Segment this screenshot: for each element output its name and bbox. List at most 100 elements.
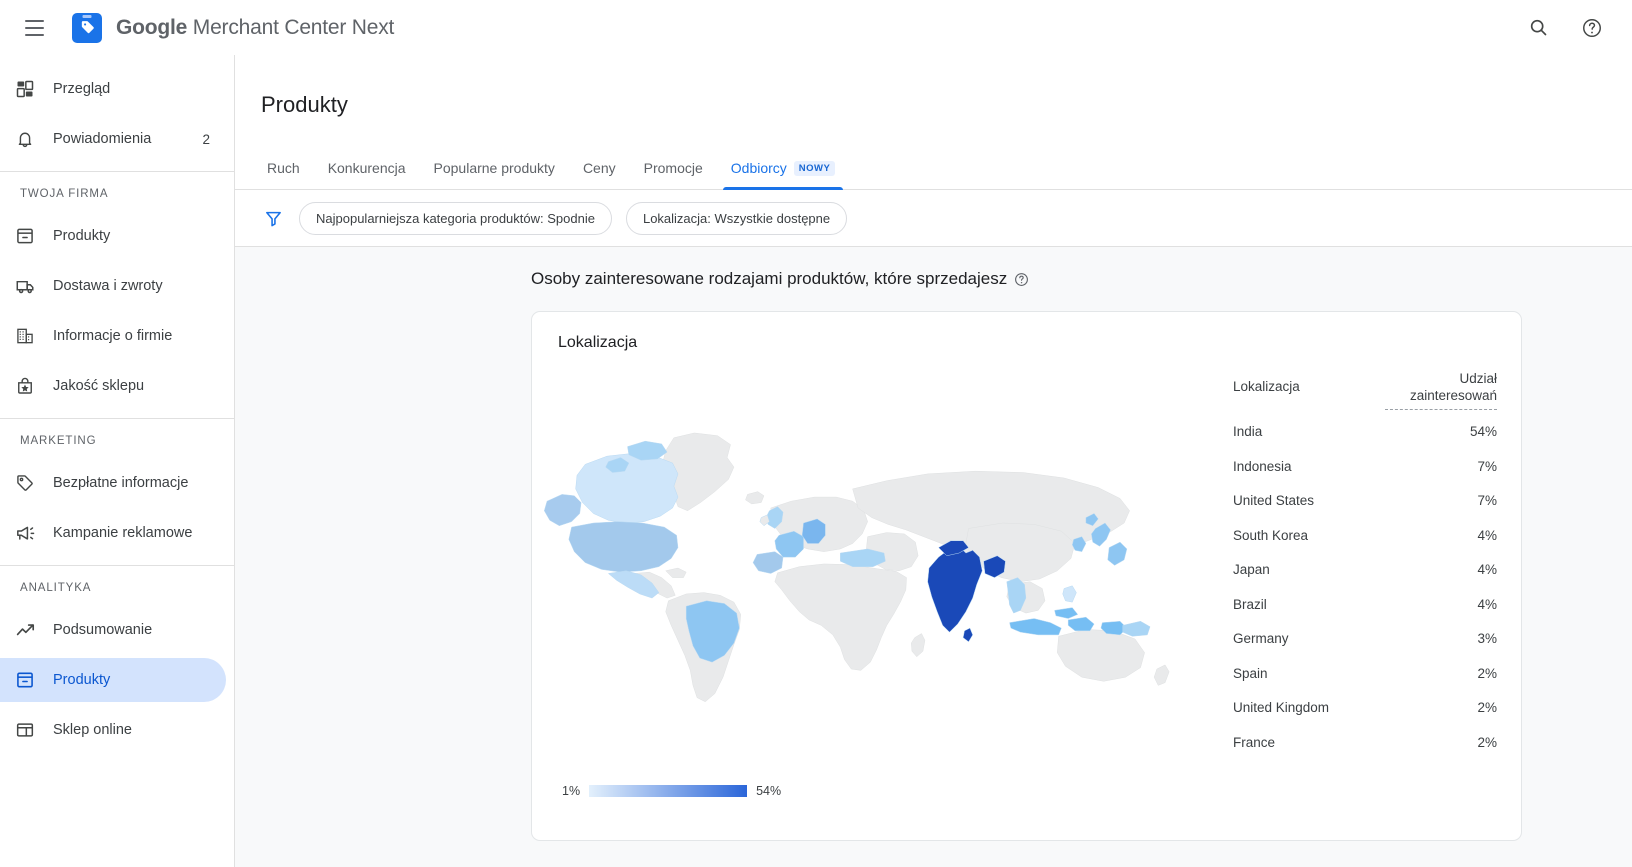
brand-suffix: Merchant Center Next [187, 15, 395, 39]
table-row[interactable]: United Kingdom 2% [1233, 690, 1497, 725]
cell-share: 2% [1477, 700, 1497, 716]
sidebar-item-dostawa-i-zwroty[interactable]: Dostawa i zwroty [0, 264, 226, 308]
sidebar-item-label: Produkty [53, 228, 111, 244]
column-header-location[interactable]: Lokalizacja [1233, 379, 1385, 410]
world-map[interactable]: 1% 54% [532, 352, 1221, 822]
map-legend: 1% 54% [562, 784, 781, 798]
cell-location: Indonesia [1233, 458, 1292, 474]
sidebar-item-przeglad[interactable]: Przegląd [0, 67, 226, 111]
sidebar-item-label: Bezpłatne informacje [53, 475, 189, 491]
table-row[interactable]: Germany 3% [1233, 621, 1497, 656]
tab-odbiorcy[interactable]: Odbiorcy NOWY [717, 160, 850, 191]
column-header-share[interactable]: Udział zainteresowań [1385, 370, 1497, 411]
sidebar-item-label: Sklep online [53, 722, 132, 738]
cell-location: Germany [1233, 631, 1289, 647]
tab-label: Ceny [582, 160, 616, 177]
sidebar-item-label: Produkty [53, 672, 111, 688]
cell-location: United Kingdom [1233, 700, 1330, 716]
tab-ruch[interactable]: Ruch [261, 160, 314, 189]
main-panel: Osoby zainteresowane rodzajami produktów… [235, 247, 1632, 867]
table-row[interactable]: Japan 4% [1233, 552, 1497, 587]
app-shell: Przegląd Powiadomienia 2 TWOJA FIRMA Pro… [0, 55, 1632, 867]
sidebar-item-label: Kampanie reklamowe [53, 525, 193, 541]
truck-icon [14, 275, 36, 297]
notifications-count: 2 [202, 131, 210, 147]
sidebar-item-jakosc-sklepu[interactable]: Jakość sklepu [0, 364, 226, 408]
sidebar-item-bezplatne-informacje[interactable]: Bezpłatne informacje [0, 461, 226, 505]
cell-share: 3% [1477, 631, 1497, 647]
filter-chip-category[interactable]: Najpopularniejsza kategoria produktów: S… [299, 201, 612, 235]
cell-share: 4% [1477, 562, 1497, 578]
hamburger-icon[interactable] [14, 8, 54, 48]
brand-title: Google Merchant Center Next [116, 16, 394, 40]
cell-share: 7% [1477, 493, 1497, 509]
tab-promocje[interactable]: Promocje [630, 160, 717, 189]
section-heading: Osoby zainteresowane rodzajami produktów… [531, 269, 1008, 289]
tab-konkurencja[interactable]: Konkurencja [314, 160, 420, 189]
table-row[interactable]: Spain 2% [1233, 656, 1497, 691]
cell-share: 4% [1477, 596, 1497, 612]
sidebar-section-marketing: MARKETING [20, 435, 97, 447]
cell-share: 7% [1477, 458, 1497, 474]
inventory-icon [14, 669, 36, 691]
sidebar-item-label: Przegląd [53, 81, 111, 97]
help-circle-icon[interactable] [1572, 8, 1612, 48]
legend-gradient-bar [589, 785, 748, 798]
table-row[interactable]: India 54% [1233, 414, 1497, 449]
tag-icon [14, 472, 36, 494]
tab-new-badge: NOWY [793, 160, 836, 176]
sidebar-section-analityka: ANALITYKA [20, 582, 92, 594]
table-row[interactable]: Indonesia 7% [1233, 449, 1497, 484]
content-area: Produkty Ruch Konkurencja Popularne prod… [234, 55, 1632, 867]
filter-funnel-icon[interactable] [261, 206, 285, 230]
tab-ceny[interactable]: Ceny [569, 160, 630, 189]
building-icon [14, 325, 36, 347]
sidebar-item-powiadomienia[interactable]: Powiadomienia 2 [0, 117, 226, 161]
card-body: 1% 54% Lokalizacja Udział zainteresowań [532, 352, 1521, 822]
tab-label: Promocje [643, 160, 703, 177]
topbar-actions [1518, 8, 1612, 48]
store-quality-icon [14, 375, 36, 397]
brand[interactable]: Google Merchant Center Next [72, 12, 394, 43]
search-icon[interactable] [1518, 8, 1558, 48]
table-row[interactable]: Brazil 4% [1233, 587, 1497, 622]
sidebar-item-sklep-online[interactable]: Sklep online [0, 708, 226, 752]
cell-location: France [1233, 734, 1276, 750]
legend-min-label: 1% [562, 784, 581, 799]
table-row[interactable]: United States 7% [1233, 483, 1497, 518]
cell-share: 2% [1477, 665, 1497, 681]
cell-share: 54% [1469, 424, 1497, 440]
tab-popularne-produkty[interactable]: Popularne produkty [420, 160, 569, 189]
dashboard-icon [14, 78, 36, 100]
bell-icon [14, 128, 36, 150]
column-header-share-line1: Udział [1459, 371, 1497, 387]
cell-location: Brazil [1233, 596, 1267, 612]
cell-location: Japan [1233, 562, 1270, 578]
brand-prefix: Google [116, 15, 188, 39]
filter-chip-location[interactable]: Lokalizacja: Wszystkie dostępne [625, 201, 848, 235]
sidebar-item-podsumowanie[interactable]: Podsumowanie [0, 608, 226, 652]
table-row[interactable]: France 2% [1233, 725, 1497, 760]
table-row[interactable]: South Korea 4% [1233, 518, 1497, 553]
sidebar-item-kampanie-reklamowe[interactable]: Kampanie reklamowe [0, 511, 226, 555]
sidebar-item-informacje-o-firmie[interactable]: Informacje o firmie [0, 314, 226, 358]
card-title: Lokalizacja [558, 334, 638, 352]
help-circle-icon[interactable] [1014, 272, 1029, 287]
sidebar-item-produkty[interactable]: Produkty [0, 214, 226, 258]
page-title: Produkty [261, 91, 348, 117]
legend-max-label: 54% [756, 784, 782, 799]
location-table: Lokalizacja Udział zainteresowań India 5… [1221, 352, 1521, 822]
sidebar-item-label: Dostawa i zwroty [53, 278, 163, 294]
tab-bar: Ruch Konkurencja Popularne produkty Ceny… [235, 146, 1632, 191]
sidebar-item-produkty-analityka[interactable]: Produkty [0, 658, 226, 702]
table-header-row: Lokalizacja Udział zainteresowań [1233, 370, 1497, 414]
cell-location: India [1233, 424, 1263, 440]
merchant-center-logo [72, 12, 102, 43]
location-card: Lokalizacja 1% 54% Lokalizacja Udział za… [531, 311, 1522, 842]
top-app-bar: Google Merchant Center Next [0, 0, 1632, 55]
sidebar-item-label: Jakość sklepu [53, 378, 145, 394]
sidebar-item-label: Powiadomienia [53, 131, 152, 147]
cell-location: Spain [1233, 665, 1268, 681]
sidebar: Przegląd Powiadomienia 2 TWOJA FIRMA Pro… [0, 55, 234, 867]
tab-label: Odbiorcy [730, 160, 787, 177]
